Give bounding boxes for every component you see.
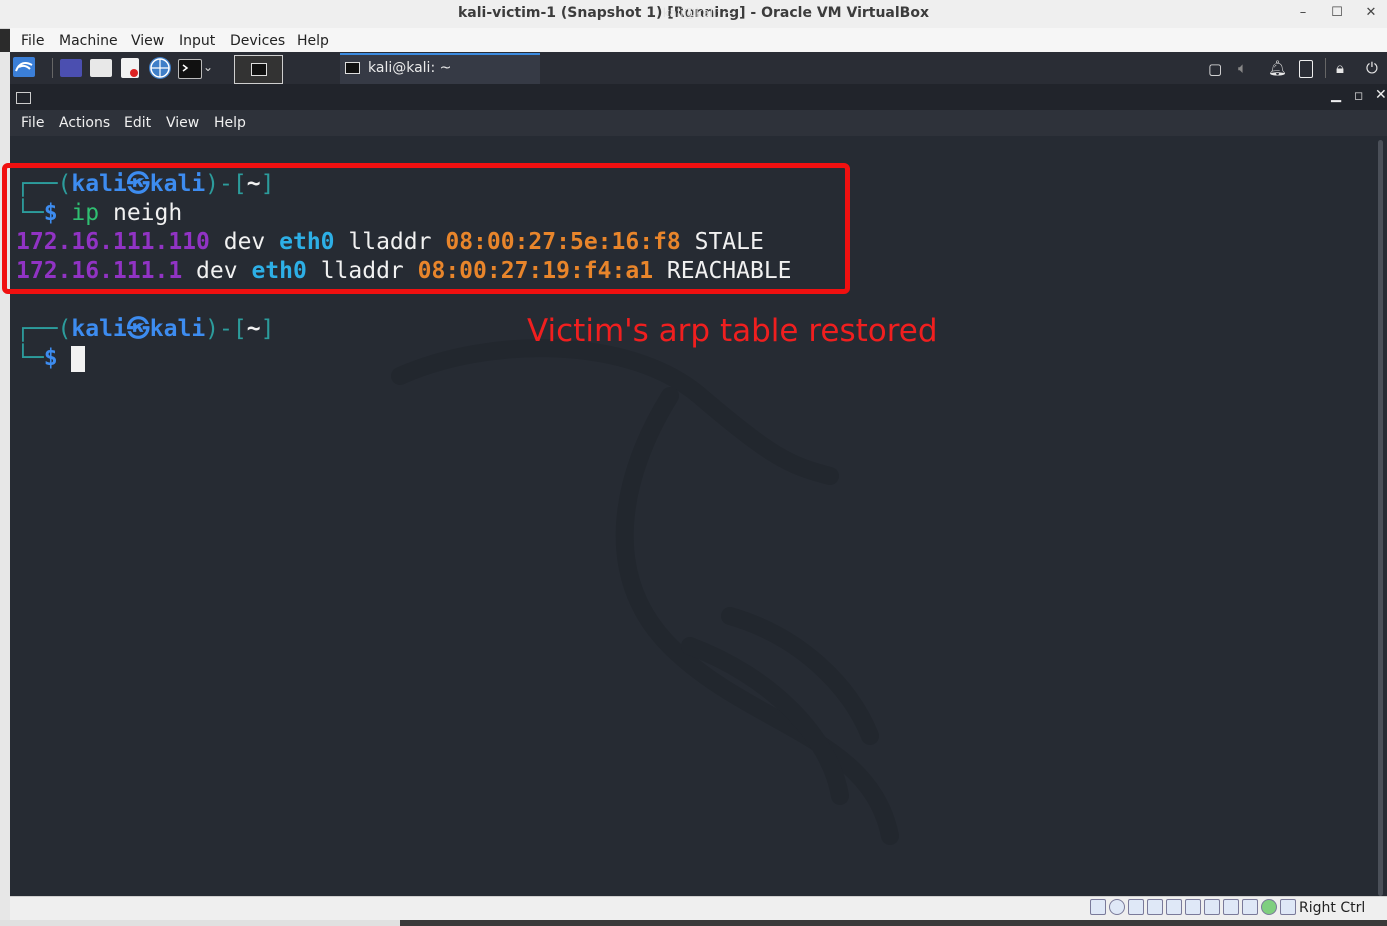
host-key-label: Right Ctrl: [1299, 900, 1366, 916]
terminal-menu-edit[interactable]: Edit: [124, 115, 151, 131]
display-icon[interactable]: [1204, 899, 1220, 915]
terminal-menu-view[interactable]: View: [166, 115, 199, 131]
hard-disk-icon[interactable]: [1090, 899, 1106, 915]
kali-menu-icon[interactable]: [13, 57, 35, 77]
host-bottom-dark: [400, 920, 1387, 926]
network-icon[interactable]: [1147, 899, 1163, 915]
lock-icon[interactable]: 🔒︎: [1336, 59, 1344, 77]
menu-machine[interactable]: Machine: [59, 33, 118, 49]
host-menubar: [10, 28, 1387, 52]
vt-x-icon[interactable]: [1242, 899, 1258, 915]
terminal-launcher-icon[interactable]: [178, 59, 202, 79]
volume-icon[interactable]: 🔈︎: [1238, 59, 1247, 77]
terminal-menu-file[interactable]: File: [21, 115, 44, 131]
annotation-text: Victim's arp table restored: [527, 313, 938, 349]
workspace-terminal-icon: [251, 63, 267, 76]
menu-input[interactable]: Input: [179, 33, 215, 49]
kali-dragon-watermark: [391, 339, 899, 845]
optical-drive-icon[interactable]: [1109, 899, 1125, 915]
panel-divider: [52, 58, 53, 78]
workspace-1[interactable]: [234, 55, 283, 84]
bell-icon[interactable]: 🔔︎: [1268, 59, 1287, 77]
taskbar-item-label: kali@kali: ~: [368, 60, 452, 76]
terminal-title: kali@kali: ~: [662, 6, 735, 20]
chevron-down-icon[interactable]: ⌄: [203, 60, 213, 74]
mouse-integration-icon[interactable]: [1261, 899, 1277, 915]
terminal-maximize-button[interactable]: ◻: [1354, 89, 1363, 102]
prompt-line-2: ┌──(kali㉿kali)-[~]: [16, 316, 275, 342]
terminal-titlebar: [10, 84, 1387, 110]
keyboard-capture-icon[interactable]: [1280, 899, 1296, 915]
menu-devices[interactable]: Devices: [230, 33, 285, 49]
terminal-scrollbar[interactable]: [1378, 140, 1383, 896]
desktop-icon[interactable]: [60, 59, 82, 77]
text-cursor: [71, 345, 86, 372]
menu-view[interactable]: View: [131, 33, 164, 49]
browser-icon[interactable]: [149, 57, 171, 79]
terminal-window-icon: [16, 92, 31, 104]
annotation-highlight-box: [2, 163, 850, 294]
terminal-menu-actions[interactable]: Actions: [59, 115, 110, 131]
guest-panel: [10, 52, 1387, 84]
recording-icon[interactable]: [1223, 899, 1239, 915]
input-line[interactable]: └─$: [16, 344, 86, 373]
terminal-close-button[interactable]: ✕: [1375, 87, 1387, 103]
screen-icon[interactable]: ▢: [1208, 60, 1222, 78]
power-icon[interactable]: ⏻: [1366, 59, 1378, 77]
terminal-icon: [345, 62, 360, 74]
menu-file[interactable]: File: [21, 33, 44, 49]
terminal-menu-help[interactable]: Help: [214, 115, 246, 131]
usb-icon[interactable]: [1166, 899, 1182, 915]
audio-icon[interactable]: [1128, 899, 1144, 915]
text-editor-icon[interactable]: [121, 58, 139, 78]
menu-help[interactable]: Help: [297, 33, 329, 49]
panel-divider: [1325, 58, 1326, 78]
shared-folder-icon[interactable]: [1185, 899, 1201, 915]
terminal-minimize-button[interactable]: ▁: [1331, 88, 1341, 103]
battery-icon[interactable]: [1299, 60, 1313, 78]
folder-icon[interactable]: [90, 59, 112, 77]
